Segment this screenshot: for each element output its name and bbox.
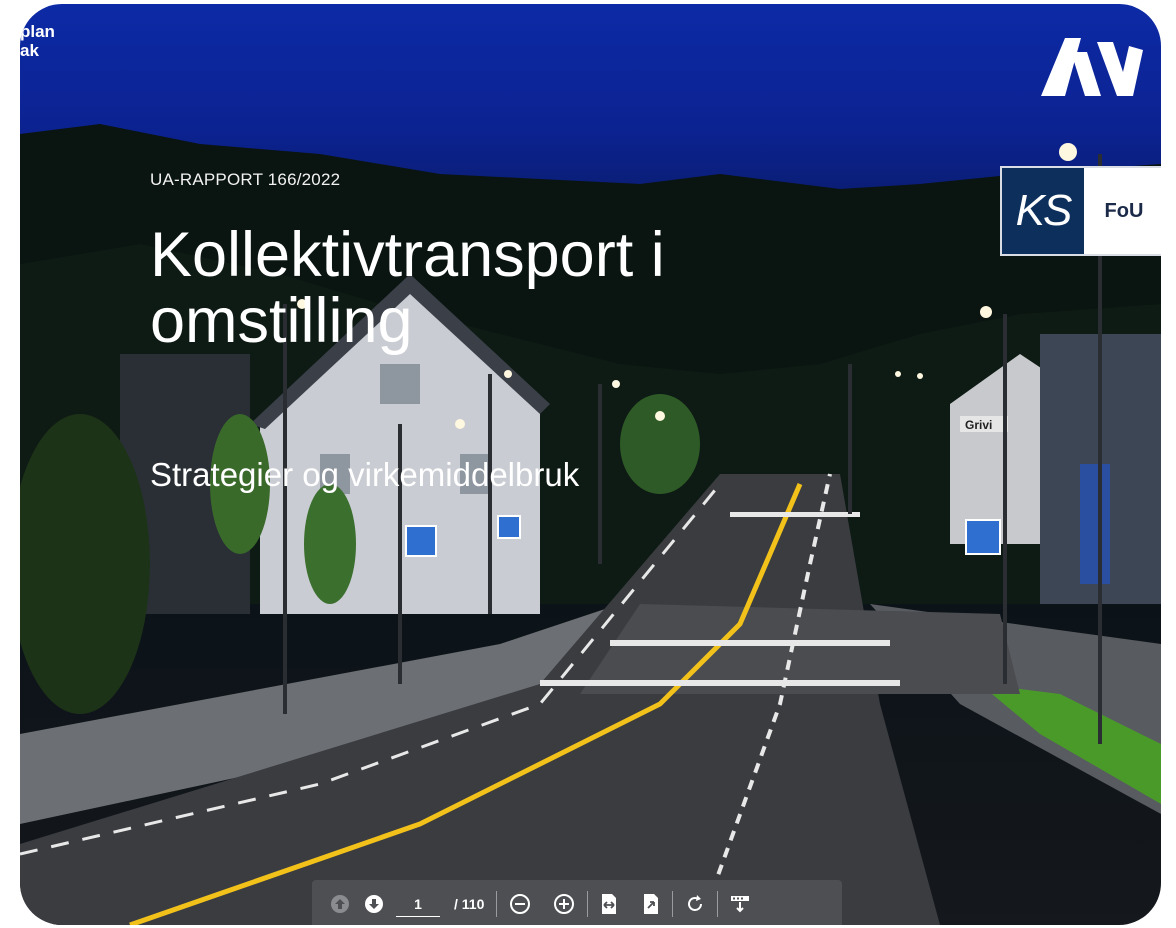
toolbar-divider bbox=[717, 891, 719, 917]
pdf-toolbar: / 110 bbox=[312, 880, 842, 925]
document-cover: Grivi plan ak KS FoU UA-RAPPORT 166/2022… bbox=[20, 4, 1161, 925]
toolbar-divider bbox=[496, 891, 498, 917]
corner-text-line1: plan bbox=[20, 22, 55, 41]
toolbar-divider bbox=[587, 891, 589, 917]
download-icon[interactable] bbox=[730, 888, 750, 920]
av-logo bbox=[1037, 32, 1147, 105]
rotate-icon[interactable] bbox=[685, 888, 705, 920]
title-line-2: omstilling bbox=[150, 286, 413, 356]
page-total: / 110 bbox=[454, 896, 485, 912]
arrow-up-icon[interactable] bbox=[330, 888, 350, 920]
report-title: Kollektivtransport i omstilling bbox=[150, 222, 850, 354]
corner-text-line2: ak bbox=[20, 41, 39, 60]
fit-page-icon[interactable] bbox=[642, 888, 660, 920]
street-sign-text: Grivi bbox=[965, 418, 992, 432]
zoom-out-icon[interactable] bbox=[509, 888, 531, 920]
arrow-down-icon[interactable] bbox=[364, 888, 384, 920]
title-line-1: Kollektivtransport i bbox=[150, 220, 665, 290]
toolbar-divider bbox=[672, 891, 674, 917]
report-number: UA-RAPPORT 166/2022 bbox=[150, 170, 341, 189]
zoom-in-icon[interactable] bbox=[553, 888, 575, 920]
corner-logo-text: plan ak bbox=[20, 22, 55, 60]
report-subtitle: Strategier og virkemiddelbruk bbox=[150, 456, 580, 493]
fou-label: FoU bbox=[1104, 199, 1144, 222]
page-number-input[interactable] bbox=[396, 891, 440, 917]
ks-fou-badge: KS FoU bbox=[1000, 166, 1161, 256]
ks-logo: KS bbox=[1002, 168, 1084, 254]
fit-width-icon[interactable] bbox=[600, 888, 618, 920]
